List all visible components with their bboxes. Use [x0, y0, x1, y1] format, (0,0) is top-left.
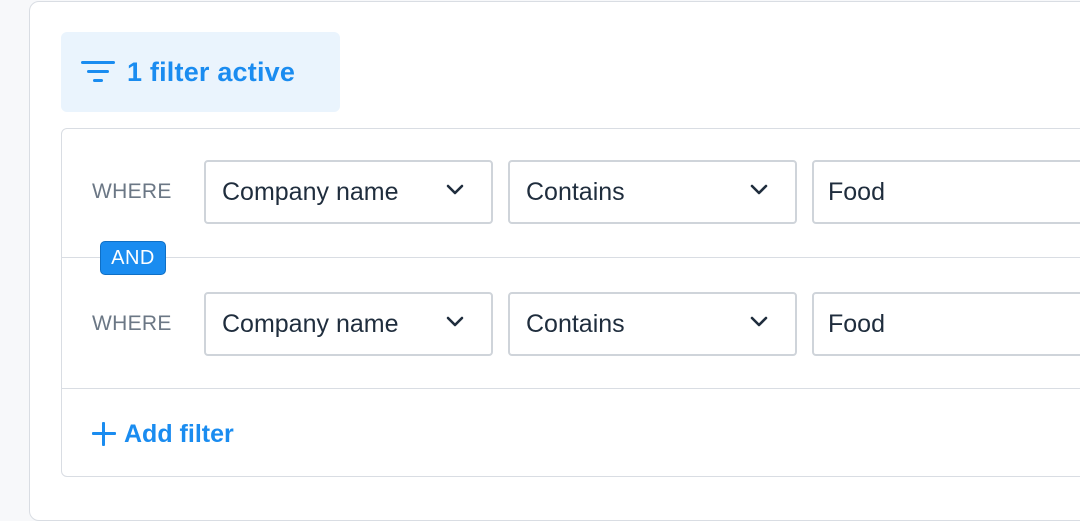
- field-select-value: Company name: [222, 310, 399, 338]
- chevron-down-icon: [750, 184, 768, 195]
- operator-select-value: Contains: [526, 178, 625, 206]
- value-input[interactable]: [812, 292, 1080, 356]
- filter-toggle-label: 1 filter active: [127, 56, 296, 87]
- field-select-value: Company name: [222, 178, 399, 206]
- conjunction-badge[interactable]: AND: [100, 241, 166, 275]
- operator-select[interactable]: Contains: [508, 160, 797, 224]
- where-label: WHERE: [92, 180, 172, 203]
- operator-select-value: Contains: [526, 310, 625, 338]
- where-label: WHERE: [92, 312, 172, 335]
- field-select[interactable]: Company name: [204, 160, 493, 224]
- divider: [62, 257, 1080, 258]
- add-filter-button[interactable]: Add filter: [92, 405, 234, 463]
- filter-toggle-button[interactable]: 1 filter active: [61, 32, 340, 112]
- value-input[interactable]: [812, 160, 1080, 224]
- filter-rules-container: WHERE Company name Contains AND WHERE Co…: [61, 128, 1080, 477]
- chevron-down-icon: [446, 316, 464, 327]
- divider: [62, 388, 1080, 389]
- operator-select[interactable]: Contains: [508, 292, 797, 356]
- plus-icon: [92, 422, 116, 446]
- chevron-down-icon: [750, 316, 768, 327]
- filter-lines-icon: [81, 59, 115, 85]
- field-select[interactable]: Company name: [204, 292, 493, 356]
- add-filter-label: Add filter: [124, 419, 234, 448]
- filter-rule-row: WHERE Company name Contains: [62, 292, 1080, 356]
- filter-rule-row: WHERE Company name Contains: [62, 160, 1080, 224]
- chevron-down-icon: [446, 184, 464, 195]
